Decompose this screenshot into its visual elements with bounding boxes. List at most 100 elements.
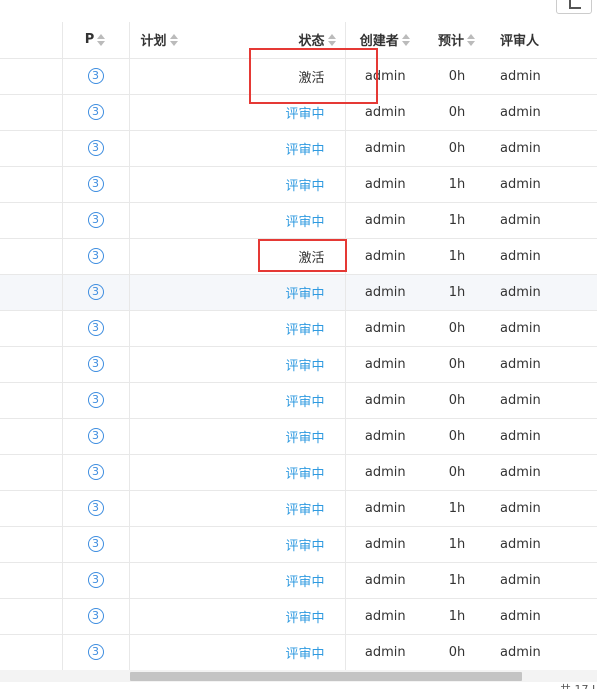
- creator-cell-text: admin: [364, 140, 406, 156]
- status-label[interactable]: 评审中: [285, 431, 324, 446]
- creator-cell-text: admin: [364, 500, 406, 516]
- status-label[interactable]: 评审中: [285, 359, 324, 374]
- status-label[interactable]: 评审中: [285, 647, 324, 662]
- status-label[interactable]: 评审中: [285, 467, 324, 482]
- header-cell-lead: [0, 22, 62, 59]
- table-row[interactable]: 3 评审中 admin 1h admin: [0, 526, 597, 563]
- plan-cell: [129, 382, 279, 419]
- creator-cell-text: admin: [364, 392, 406, 408]
- estimate-cell-text: 1h: [448, 212, 466, 228]
- reviewer-cell: admin: [489, 94, 597, 131]
- creator-cell: admin: [345, 418, 425, 455]
- lead-cell: [0, 94, 62, 131]
- table-row[interactable]: 3 评审中 admin 0h admin: [0, 418, 597, 455]
- table-row[interactable]: 3 评审中 admin 0h admin: [0, 634, 597, 670]
- sort-icon[interactable]: [169, 33, 179, 46]
- estimate-cell: 0h: [425, 382, 489, 419]
- creator-cell-text: admin: [364, 284, 406, 300]
- status-cell: 评审中: [279, 598, 346, 635]
- status-label[interactable]: 评审中: [285, 395, 324, 410]
- plan-cell: [129, 418, 279, 455]
- creator-cell: admin: [345, 382, 425, 419]
- estimate-cell: 1h: [425, 238, 489, 275]
- status-label[interactable]: 评审中: [285, 107, 324, 122]
- status-label[interactable]: 评审中: [285, 287, 324, 302]
- story-table: P 计划 状态 创建者 预计 评审人 3激活admin0hadmin3: [0, 22, 597, 670]
- reviewer-cell: admin: [489, 346, 597, 383]
- priority-cell: 3: [61, 310, 130, 347]
- estimate-cell: 0h: [425, 94, 489, 131]
- table-row[interactable]: 3 评审中 admin 1h admin: [0, 274, 597, 311]
- sort-icon[interactable]: [327, 33, 337, 46]
- status-label[interactable]: 评审中: [285, 179, 324, 194]
- lead-cell: [0, 274, 62, 311]
- reviewer-cell: admin: [489, 526, 597, 563]
- reviewer-cell-text: admin: [500, 464, 541, 480]
- table-row[interactable]: 3 评审中 admin 1h admin: [0, 598, 597, 635]
- lead-cell: [0, 310, 62, 347]
- table-row[interactable]: 3 评审中 admin 1h admin: [0, 166, 597, 203]
- creator-cell-text: admin: [364, 536, 406, 552]
- reviewer-cell: admin: [489, 238, 597, 275]
- scrollbar-thumb[interactable]: [130, 672, 522, 681]
- estimate-cell: 0h: [425, 346, 489, 383]
- header-reviewer[interactable]: 评审人: [489, 22, 597, 59]
- column-settings-button[interactable]: [556, 0, 592, 14]
- status-cell: 评审中: [279, 634, 346, 670]
- table-row[interactable]: 3 评审中 admin 1h admin: [0, 562, 597, 599]
- table-row[interactable]: 3 评审中 admin 0h admin: [0, 310, 597, 347]
- table-row[interactable]: 3 评审中 admin 0h admin: [0, 346, 597, 383]
- lead-cell: [0, 634, 62, 670]
- priority-cell: 3: [61, 130, 130, 167]
- reviewer-cell-text: admin: [500, 356, 541, 372]
- sort-icon[interactable]: [97, 33, 106, 46]
- creator-cell-text: admin: [364, 212, 406, 228]
- status-label[interactable]: 评审中: [285, 575, 324, 590]
- table-row[interactable]: 3 评审中 admin 0h admin: [0, 130, 597, 167]
- creator-cell-text: admin: [364, 176, 406, 192]
- status-label[interactable]: 评审中: [285, 143, 324, 158]
- reviewer-cell-text: admin: [500, 320, 541, 336]
- priority-cell: 3: [61, 94, 130, 131]
- priority-badge: 3: [87, 644, 104, 660]
- status-cell: 评审中: [279, 418, 346, 455]
- priority-badge: 3: [87, 500, 104, 516]
- header-estimate[interactable]: 预计: [425, 22, 489, 59]
- plan-cell: [129, 202, 279, 239]
- table-row[interactable]: 3 评审中 admin 1h admin: [0, 202, 597, 239]
- creator-cell: admin: [345, 490, 425, 527]
- reviewer-cell: admin: [489, 58, 597, 95]
- status-cell: 评审中: [279, 526, 346, 563]
- estimate-cell-text: 0h: [448, 104, 466, 120]
- priority-cell: 3: [61, 202, 130, 239]
- table-row[interactable]: 3 评审中 admin 0h admin: [0, 454, 597, 491]
- estimate-cell-text: 0h: [448, 644, 466, 660]
- status-label[interactable]: 评审中: [285, 611, 324, 626]
- status-label[interactable]: 评审中: [285, 323, 324, 338]
- estimate-cell-text: 0h: [448, 464, 466, 480]
- estimate-cell-text: 0h: [448, 428, 466, 444]
- reviewer-cell: admin: [489, 634, 597, 670]
- sort-icon[interactable]: [467, 33, 476, 46]
- reviewer-cell: admin: [489, 310, 597, 347]
- plan-cell: [129, 562, 279, 599]
- lead-cell: [0, 346, 62, 383]
- status-label[interactable]: 评审中: [285, 215, 324, 230]
- sort-icon[interactable]: [401, 33, 411, 46]
- table-row[interactable]: 3 评审中 admin 1h admin: [0, 490, 597, 527]
- header-priority[interactable]: P: [61, 22, 130, 59]
- status-label[interactable]: 评审中: [285, 539, 324, 554]
- creator-cell: admin: [345, 346, 425, 383]
- estimate-cell-text: 0h: [448, 320, 466, 336]
- highlight-box: [249, 48, 378, 104]
- plan-cell: [129, 526, 279, 563]
- estimate-cell: 0h: [425, 634, 489, 670]
- reviewer-cell-text: admin: [500, 608, 541, 624]
- status-label[interactable]: 评审中: [285, 503, 324, 518]
- table-row[interactable]: 3 评审中 admin 0h admin: [0, 382, 597, 419]
- lead-cell: [0, 598, 62, 635]
- estimate-cell-text: 0h: [448, 356, 466, 372]
- plan-cell: [129, 274, 279, 311]
- estimate-cell: 0h: [425, 130, 489, 167]
- priority-badge: 3: [87, 428, 104, 444]
